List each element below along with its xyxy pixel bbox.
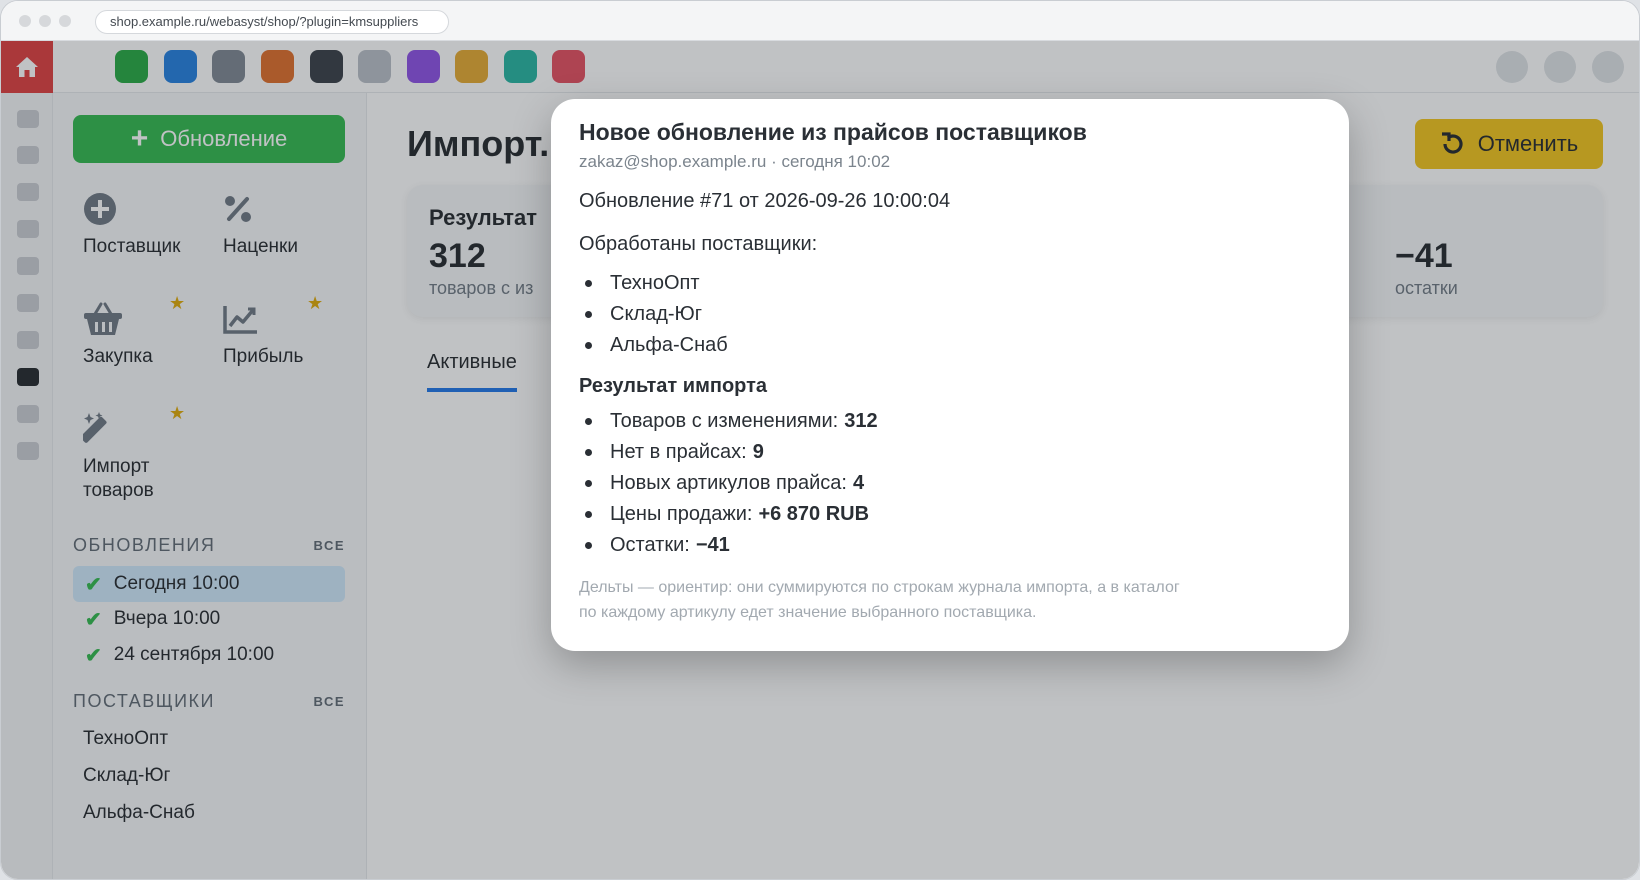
modal-meta: zakaz@shop.example.ru · сегодня 10:02: [579, 152, 891, 171]
result-label: Новых артикулов прайса:: [610, 472, 847, 494]
close-window-dot[interactable]: [19, 15, 31, 27]
processed-suppliers-list: ТехноОпт Склад-Юг Альфа-Снаб: [579, 268, 1321, 361]
supplier-name: Склад-Юг: [610, 303, 703, 325]
update-line: Обновление #71 от 2026-09-26 10:00:04: [579, 190, 951, 212]
modal-title: Новое обновление из прайсов поставщиков: [579, 119, 1087, 145]
note-line: по каждому артикулу едет значение выбран…: [579, 604, 1037, 621]
maximize-window-dot[interactable]: [59, 15, 71, 27]
list-item: Нет в прайсах: 9: [579, 437, 1321, 468]
bullet-icon: [585, 542, 592, 549]
supplier-name: Альфа-Снаб: [610, 334, 728, 356]
bullet-icon: [585, 449, 592, 456]
result-value: 312: [844, 410, 878, 432]
list-item: Склад-Юг: [579, 299, 1321, 330]
update-details-modal: Новое обновление из прайсов поставщиков …: [551, 99, 1349, 651]
browser-window: shop.example.ru/webasyst/shop/?plugin=km…: [0, 0, 1640, 880]
bullet-icon: [585, 342, 592, 349]
result-label: Нет в прайсах:: [610, 441, 747, 463]
list-item: Новых артикулов прайса: 4: [579, 468, 1321, 499]
list-item: ТехноОпт: [579, 268, 1321, 299]
browser-chrome: shop.example.ru/webasyst/shop/?plugin=km…: [1, 1, 1639, 41]
bullet-icon: [585, 511, 592, 518]
results-list: Товаров с изменениями: 312 Нет в прайсах:…: [579, 406, 1321, 561]
note-line: Дельты — ориентир: они суммируются по ст…: [579, 579, 1180, 596]
bullet-icon: [585, 311, 592, 318]
result-value: 4: [852, 472, 865, 494]
bullet-icon: [585, 480, 592, 487]
delta-note: Дельты — ориентир: они суммируются по ст…: [579, 575, 1321, 625]
result-value: +6 870 RUB: [758, 503, 870, 525]
list-item: Альфа-Снаб: [579, 330, 1321, 361]
result-heading: Результат импорта: [579, 375, 768, 397]
list-item: Цены продажи: +6 870 RUB: [579, 499, 1321, 530]
result-value: 9: [752, 441, 764, 463]
result-label: Остатки:: [610, 534, 690, 556]
result-label: Цены продажи:: [610, 503, 753, 525]
result-value: −41: [695, 534, 730, 556]
address-bar[interactable]: shop.example.ru/webasyst/shop/?plugin=km…: [95, 10, 449, 34]
bullet-icon: [585, 418, 592, 425]
minimize-window-dot[interactable]: [39, 15, 51, 27]
list-item: Остатки: −41: [579, 530, 1321, 561]
result-label: Товаров с изменениями:: [610, 410, 839, 432]
supplier-name: ТехноОпт: [610, 272, 700, 294]
bullet-icon: [585, 280, 592, 287]
list-item: Товаров с изменениями: 312: [579, 406, 1321, 437]
processed-heading: Обработаны поставщики:: [579, 233, 818, 255]
